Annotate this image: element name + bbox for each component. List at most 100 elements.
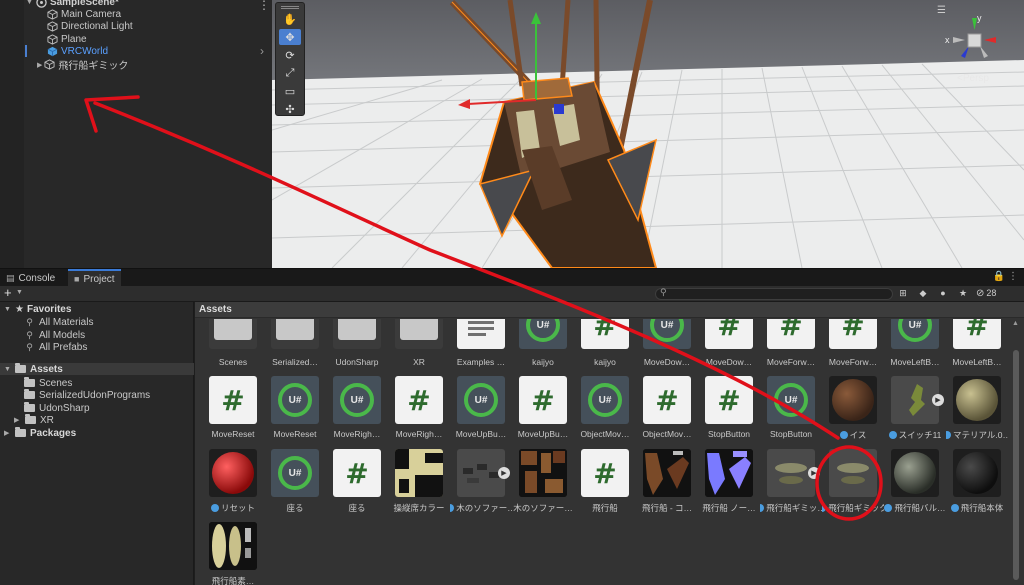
tree-packages[interactable]: ▶ Packages: [4, 427, 76, 439]
drag-handle[interactable]: [281, 6, 299, 9]
asset-udon-sit[interactable]: U# 座る: [264, 449, 326, 519]
hierarchy-menu-icon[interactable]: ⋮: [258, 0, 270, 12]
asset-prefab-airship-gimmick-1[interactable]: ▶ 飛行船ギミッ…: [760, 449, 822, 519]
asset-model-wood-sofa[interactable]: ▶ 木のソファー…: [450, 449, 512, 519]
tree-item-label: All Models: [39, 329, 86, 341]
assets-scrollbar[interactable]: [1013, 350, 1019, 580]
csharp-script-icon: #: [953, 319, 1001, 349]
tree-assets[interactable]: ▼ Assets: [0, 363, 194, 375]
asset-cs-moveleft[interactable]: # MoveLeftB…: [946, 319, 1008, 369]
expand-arrow-icon[interactable]: ▼: [26, 0, 33, 6]
add-asset-button[interactable]: +: [4, 285, 12, 300]
tree-folder-serialized[interactable]: SerializedUdonPrograms: [24, 389, 150, 401]
asset-cs-kaijyo[interactable]: # kaijyo: [574, 319, 636, 369]
tree-fav-all-materials[interactable]: ⚲ All Materials: [24, 316, 93, 328]
asset-texture-airship-normal[interactable]: 飛行船 ノー…: [698, 449, 760, 519]
expand-arrow-icon[interactable]: ▶: [4, 429, 12, 437]
asset-udon-moveup[interactable]: U# MoveUpBu…: [450, 376, 512, 446]
asset-prefab-chair[interactable]: イス: [822, 376, 884, 446]
asset-folder-xr[interactable]: XR: [388, 319, 450, 369]
search-by-type-icon[interactable]: ⊞: [896, 287, 910, 299]
asset-material-001[interactable]: マテリアル.0…: [946, 376, 1008, 446]
asset-udon-movereset[interactable]: U# MoveReset: [264, 376, 326, 446]
persp-label[interactable]: <Persp: [957, 73, 989, 84]
hierarchy-item-directional-light[interactable]: Directional Light: [47, 20, 133, 33]
search-input[interactable]: ⚲: [655, 287, 893, 300]
asset-udon-moveright[interactable]: U# MoveRigh…: [326, 376, 388, 446]
airship-model[interactable]: [272, 0, 1024, 268]
asset-cs-moveforward[interactable]: # MoveForw…: [760, 319, 822, 369]
chevron-down-icon[interactable]: ▼: [16, 289, 23, 296]
asset-cs-sit[interactable]: # 座る: [326, 449, 388, 519]
tree-favorites[interactable]: ▼ ★ Favorites: [4, 303, 71, 315]
tree-item-label: UdonSharp: [39, 402, 90, 414]
asset-folder-udonsharp[interactable]: UdonSharp: [326, 319, 388, 369]
asset-material-airship-body[interactable]: 飛行船本体: [946, 449, 1008, 519]
asset-prefab-airship-gimmick-2[interactable]: 飛行船ギミック: [822, 449, 884, 519]
asset-udon-objectmove[interactable]: U# ObjectMov…: [574, 376, 636, 446]
asset-folder-scenes[interactable]: Scenes: [202, 319, 264, 369]
scale-tool-icon[interactable]: ⤢: [279, 65, 301, 81]
asset-cs-objectmove[interactable]: # ObjectMov…: [636, 376, 698, 446]
tree-fav-all-prefabs[interactable]: ⚲ All Prefabs: [24, 341, 87, 353]
play-icon[interactable]: ▶: [932, 394, 944, 406]
assets-grid-panel: Assets ▲ Scenes Serialized… UdonSharp XR…: [195, 302, 1024, 585]
asset-cs-stopbutton[interactable]: # StopButton: [698, 376, 760, 446]
asset-doc-examples[interactable]: Examples …: [450, 319, 512, 369]
asset-material-reset[interactable]: リセット: [202, 449, 264, 519]
hierarchy-item-airship-gimmick[interactable]: ▶ 飛行船ギミック: [37, 58, 128, 72]
asset-folder-serialized[interactable]: Serialized…: [264, 319, 326, 369]
move-tool-icon[interactable]: ✥: [279, 29, 301, 45]
rect-tool-icon[interactable]: ▭: [279, 83, 301, 99]
asset-udon-kaijyo[interactable]: U# kaijyo: [512, 319, 574, 369]
asset-material-airship-balloon[interactable]: 飛行船バル…: [884, 449, 946, 519]
asset-cs-airship[interactable]: # 飛行船: [574, 449, 636, 519]
asset-cs-movereset[interactable]: # MoveReset: [202, 376, 264, 446]
texture-icon: [395, 449, 443, 497]
udonsharp-icon: U#: [271, 449, 319, 497]
log-icon[interactable]: ●: [936, 287, 950, 299]
expand-arrow-icon[interactable]: ▼: [4, 306, 12, 313]
hand-tool-icon[interactable]: ✋: [279, 11, 301, 27]
tree-folder-udonsharp[interactable]: UdonSharp: [24, 402, 90, 414]
asset-texture-wood-sofa[interactable]: 木のソファー…: [512, 449, 574, 519]
favorite-star-icon[interactable]: ★: [956, 287, 970, 299]
scene-view[interactable]: ✋ ✥ ⟳ ⤢ ▭ ✣ ☰ x y <Persp: [272, 0, 1024, 268]
tree-fav-all-models[interactable]: ⚲ All Models: [24, 329, 85, 341]
asset-texture-airship-material[interactable]: 飛行船素…: [202, 522, 264, 585]
rotate-tool-icon[interactable]: ⟳: [279, 47, 301, 63]
asset-texture-airship-color[interactable]: 飛行船 - コ…: [636, 449, 698, 519]
search-by-label-icon[interactable]: ◆: [916, 287, 930, 299]
play-icon[interactable]: ▶: [498, 467, 510, 479]
asset-texture-cockpit-color[interactable]: 操縦席カラー: [388, 449, 450, 519]
asset-label: 操縦席カラー: [393, 503, 445, 513]
tab-project[interactable]: ■ Project: [68, 269, 121, 287]
expand-arrow-icon[interactable]: ▶: [14, 416, 22, 424]
asset-model-switch11[interactable]: ▶ スイッチ11: [884, 376, 946, 446]
tree-folder-scenes[interactable]: Scenes: [24, 377, 72, 389]
orientation-gizmo[interactable]: x y: [944, 10, 1004, 70]
tree-folder-xr[interactable]: ▶ XR: [14, 414, 54, 426]
expand-arrow-icon[interactable]: ▼: [4, 366, 12, 373]
asset-udon-moveleft[interactable]: U# MoveLeftB…: [884, 319, 946, 369]
chevron-right-icon[interactable]: ›: [260, 44, 264, 58]
hidden-packages-count[interactable]: ⊘ 28: [976, 287, 998, 299]
asset-cs-moveright[interactable]: # MoveRigh…: [388, 376, 450, 446]
search-icon: ⚲: [26, 316, 33, 327]
assets-breadcrumb: Assets: [195, 302, 1024, 318]
asset-label: MoveDow…: [705, 357, 753, 367]
play-icon[interactable]: ▶: [808, 467, 820, 479]
asset-udon-stopbutton[interactable]: U# StopButton: [760, 376, 822, 446]
asset-cs-moveup[interactable]: # MoveUpBu…: [512, 376, 574, 446]
expand-arrow-icon[interactable]: ▶: [37, 61, 42, 69]
tab-console-label: Console: [18, 273, 56, 284]
asset-label-text: スイッチ11: [898, 430, 942, 440]
tab-window-controls[interactable]: 🔒 ⋮: [993, 271, 1018, 282]
scroll-up-icon[interactable]: ▲: [1012, 320, 1019, 327]
gizmo-z-handle[interactable]: [554, 104, 564, 114]
asset-udon-movedown[interactable]: U# MoveDow…: [636, 319, 698, 369]
asset-cs-movedown[interactable]: # MoveDow…: [698, 319, 760, 369]
asset-cs-moveforward-2[interactable]: # MoveForw…: [822, 319, 884, 369]
transform-tool-icon[interactable]: ✣: [279, 101, 301, 117]
udonsharp-icon: U#: [767, 376, 815, 424]
